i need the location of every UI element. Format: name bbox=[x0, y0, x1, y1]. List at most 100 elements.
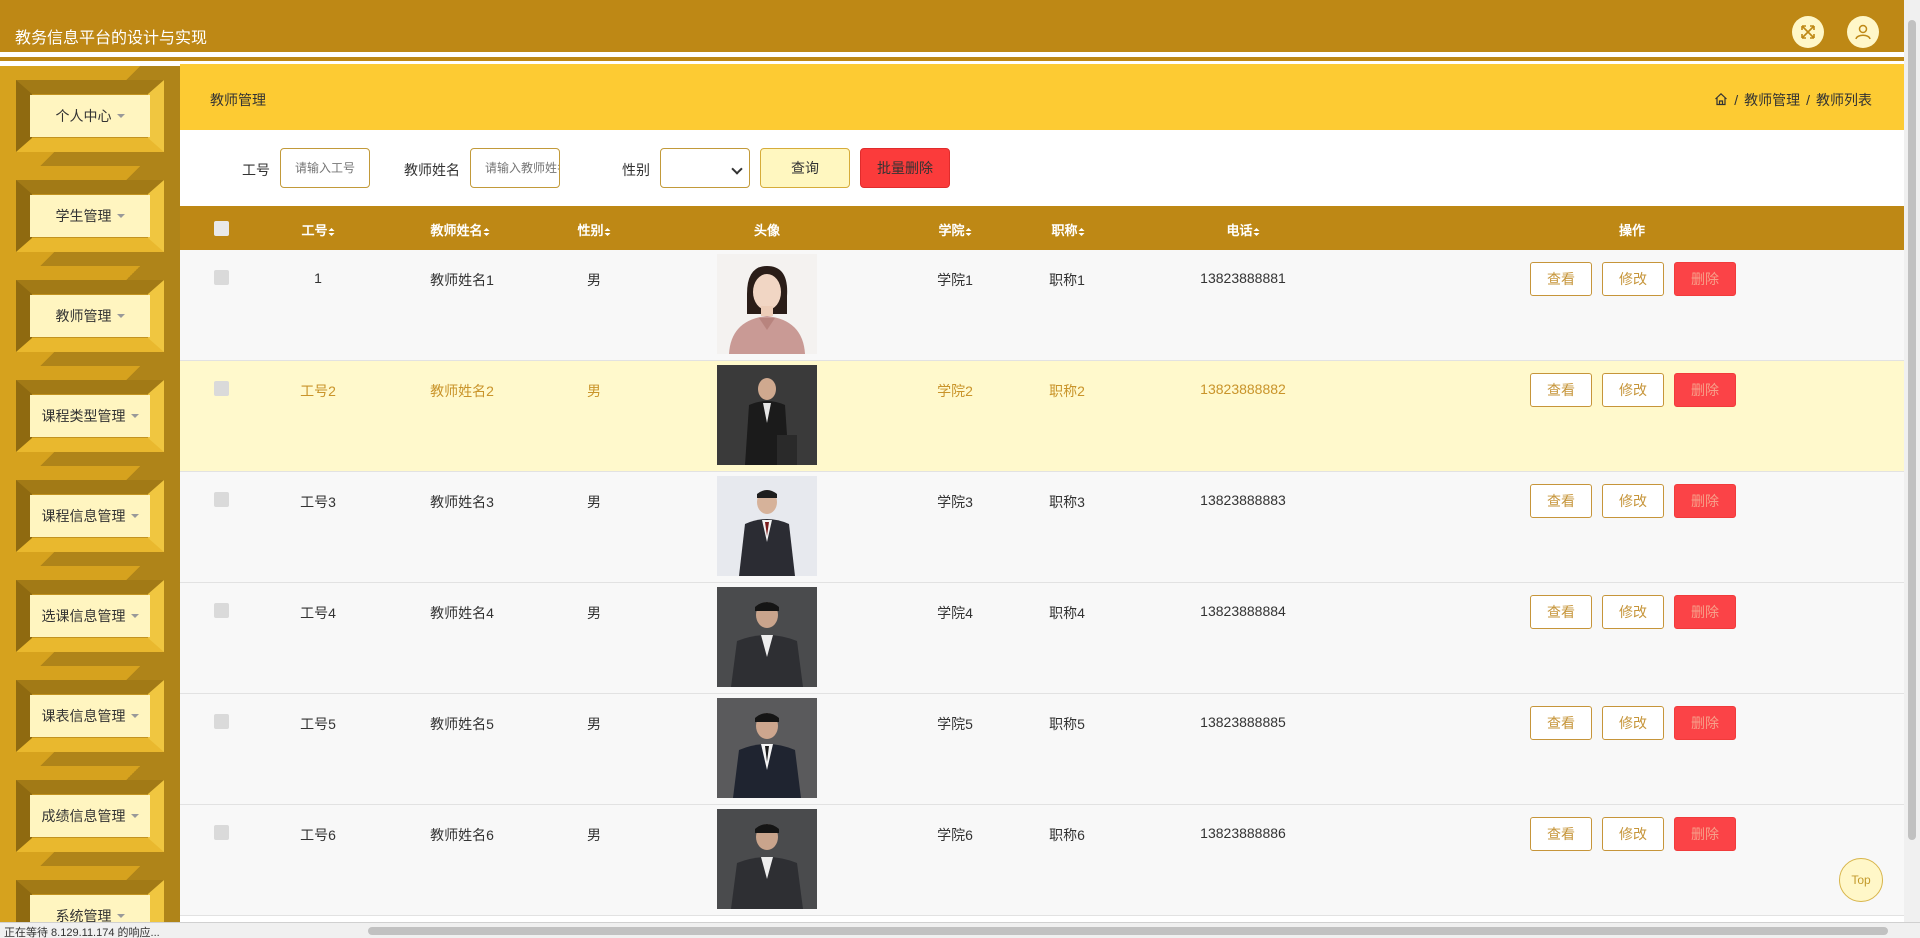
sidebar-item-button[interactable]: 系统管理 bbox=[30, 895, 150, 922]
cell-title: 职称6 bbox=[1049, 827, 1085, 843]
cell-title: 职称4 bbox=[1049, 605, 1085, 621]
sidebar-item-button[interactable]: 学生管理 bbox=[30, 195, 150, 237]
gender-label: 性别 bbox=[622, 162, 650, 178]
sidebar-item-personal-center[interactable]: 个人中心 bbox=[0, 66, 180, 166]
sidebar-item-label: 教师管理 bbox=[55, 308, 112, 324]
search-bar: 工号 教师姓名 性别 查询 批量删除 bbox=[180, 130, 1904, 206]
sidebar-item-student-management[interactable]: 学生管理 bbox=[0, 166, 180, 266]
teacher-name-input[interactable] bbox=[470, 148, 560, 188]
sidebar-item-label: 课程类型管理 bbox=[41, 408, 126, 424]
sidebar-item-button[interactable]: 成绩信息管理 bbox=[30, 795, 150, 837]
sidebar-item-label: 学生管理 bbox=[55, 208, 112, 224]
column-header-phone[interactable]: 电话 bbox=[1226, 220, 1260, 239]
column-header-title[interactable]: 职称 bbox=[1051, 220, 1085, 239]
view-button[interactable]: 查看 bbox=[1530, 817, 1592, 851]
table-row: 工号2 教师姓名2 男 学院2 职称2 13823888882 查看 修改 删除 bbox=[180, 361, 1904, 472]
cell-gonghao: 1 bbox=[314, 270, 322, 286]
cell-college: 学院5 bbox=[937, 716, 973, 732]
expand-icon[interactable] bbox=[1792, 16, 1824, 48]
column-header-gender[interactable]: 性别 bbox=[577, 220, 611, 239]
view-button[interactable]: 查看 bbox=[1530, 484, 1592, 518]
edit-button[interactable]: 修改 bbox=[1602, 484, 1664, 518]
edit-button[interactable]: 修改 bbox=[1602, 817, 1664, 851]
table-row: 工号3 教师姓名3 男 学院3 职称3 13823888883 查看 修改 删除 bbox=[180, 472, 1904, 583]
view-button[interactable]: 查看 bbox=[1530, 706, 1592, 740]
sidebar-item-label: 课表信息管理 bbox=[41, 708, 126, 724]
cell-teacher-name: 教师姓名2 bbox=[430, 383, 494, 399]
column-header-avatar: 头像 bbox=[753, 223, 781, 238]
avatar bbox=[717, 254, 817, 354]
sidebar-item-button[interactable]: 课表信息管理 bbox=[30, 695, 150, 737]
edit-button[interactable]: 修改 bbox=[1602, 706, 1664, 740]
row-checkbox[interactable] bbox=[214, 825, 229, 840]
avatar bbox=[717, 476, 817, 576]
breadcrumb: / 教师管理 / 教师列表 bbox=[1714, 90, 1872, 110]
sidebar-item-course-info[interactable]: 课程信息管理 bbox=[0, 466, 180, 566]
breadcrumb-bar: 教师管理 / 教师管理 / 教师列表 bbox=[180, 64, 1904, 130]
gender-select[interactable] bbox=[660, 148, 750, 188]
cell-teacher-name: 教师姓名3 bbox=[430, 494, 494, 510]
delete-button[interactable]: 删除 bbox=[1674, 817, 1736, 851]
column-header-gonghao[interactable]: 工号 bbox=[301, 220, 335, 239]
column-header-college[interactable]: 学院 bbox=[938, 220, 972, 239]
view-button[interactable]: 查看 bbox=[1530, 595, 1592, 629]
delete-button[interactable]: 删除 bbox=[1674, 484, 1736, 518]
teacher-name-label: 教师姓名 bbox=[404, 162, 460, 178]
sidebar-item-label: 系统管理 bbox=[55, 908, 112, 922]
back-to-top-button[interactable]: Top bbox=[1839, 858, 1883, 902]
breadcrumb-separator: / bbox=[1734, 92, 1739, 108]
sidebar-item-course-type[interactable]: 课程类型管理 bbox=[0, 366, 180, 466]
view-button[interactable]: 查看 bbox=[1530, 262, 1592, 296]
select-all-checkbox[interactable] bbox=[214, 221, 229, 236]
sidebar-item-system[interactable]: 系统管理 bbox=[0, 866, 180, 922]
row-checkbox[interactable] bbox=[214, 492, 229, 507]
row-checkbox[interactable] bbox=[214, 714, 229, 729]
sidebar-item-grades[interactable]: 成绩信息管理 bbox=[0, 766, 180, 866]
user-icon[interactable] bbox=[1847, 16, 1879, 48]
sidebar-item-button[interactable]: 教师管理 bbox=[30, 295, 150, 337]
delete-button[interactable]: 删除 bbox=[1674, 706, 1736, 740]
sidebar-item-button[interactable]: 课程类型管理 bbox=[30, 395, 150, 437]
sidebar-item-button[interactable]: 个人中心 bbox=[30, 95, 150, 137]
cell-title: 职称1 bbox=[1049, 272, 1085, 288]
sort-icon bbox=[328, 228, 335, 236]
sort-icon bbox=[483, 228, 490, 236]
caret-down-icon bbox=[116, 114, 125, 118]
table-row: 工号5 教师姓名5 男 学院5 职称5 13823888885 查看 修改 删除 bbox=[180, 694, 1904, 805]
cell-teacher-name: 教师姓名1 bbox=[430, 272, 494, 288]
edit-button[interactable]: 修改 bbox=[1602, 595, 1664, 629]
delete-button[interactable]: 删除 bbox=[1674, 595, 1736, 629]
scrollbar-thumb[interactable] bbox=[1908, 20, 1916, 840]
cell-college: 学院3 bbox=[937, 494, 973, 510]
query-button[interactable]: 查询 bbox=[760, 148, 850, 188]
column-header-teacher-name[interactable]: 教师姓名 bbox=[430, 220, 490, 239]
edit-button[interactable]: 修改 bbox=[1602, 262, 1664, 296]
avatar bbox=[717, 365, 817, 465]
row-checkbox[interactable] bbox=[214, 603, 229, 618]
horizontal-scrollbar[interactable] bbox=[368, 927, 1888, 935]
table-row: 工号4 教师姓名4 男 学院4 职称4 13823888884 查看 修改 删除 bbox=[180, 583, 1904, 694]
batch-delete-button[interactable]: 批量删除 bbox=[860, 148, 950, 188]
sidebar-item-button[interactable]: 选课信息管理 bbox=[30, 595, 150, 637]
delete-button[interactable]: 删除 bbox=[1674, 373, 1736, 407]
delete-button[interactable]: 删除 bbox=[1674, 262, 1736, 296]
vertical-scrollbar[interactable] bbox=[1904, 0, 1920, 922]
cell-gender: 男 bbox=[587, 605, 601, 621]
cell-phone: 13823888886 bbox=[1200, 825, 1286, 841]
sidebar-item-course-selection[interactable]: 选课信息管理 bbox=[0, 566, 180, 666]
row-checkbox[interactable] bbox=[214, 381, 229, 396]
cell-gender: 男 bbox=[587, 716, 601, 732]
sidebar-item-schedule[interactable]: 课表信息管理 bbox=[0, 666, 180, 766]
sidebar-item-button[interactable]: 课程信息管理 bbox=[30, 495, 150, 537]
gonghao-input[interactable] bbox=[280, 148, 370, 188]
edit-button[interactable]: 修改 bbox=[1602, 373, 1664, 407]
caret-down-icon bbox=[130, 614, 139, 618]
top-header: 教务信息平台的设计与实现 bbox=[0, 0, 1904, 61]
view-button[interactable]: 查看 bbox=[1530, 373, 1592, 407]
home-icon[interactable] bbox=[1714, 92, 1728, 109]
breadcrumb-item-teacher-management[interactable]: 教师管理 bbox=[1744, 90, 1800, 110]
sidebar-item-teacher-management[interactable]: 教师管理 bbox=[0, 266, 180, 366]
table-header: 工号 教师姓名 性别 头像 学院 职称 电话 操作 bbox=[180, 206, 1904, 250]
breadcrumb-item-teacher-list: 教师列表 bbox=[1816, 92, 1872, 108]
row-checkbox[interactable] bbox=[214, 270, 229, 285]
